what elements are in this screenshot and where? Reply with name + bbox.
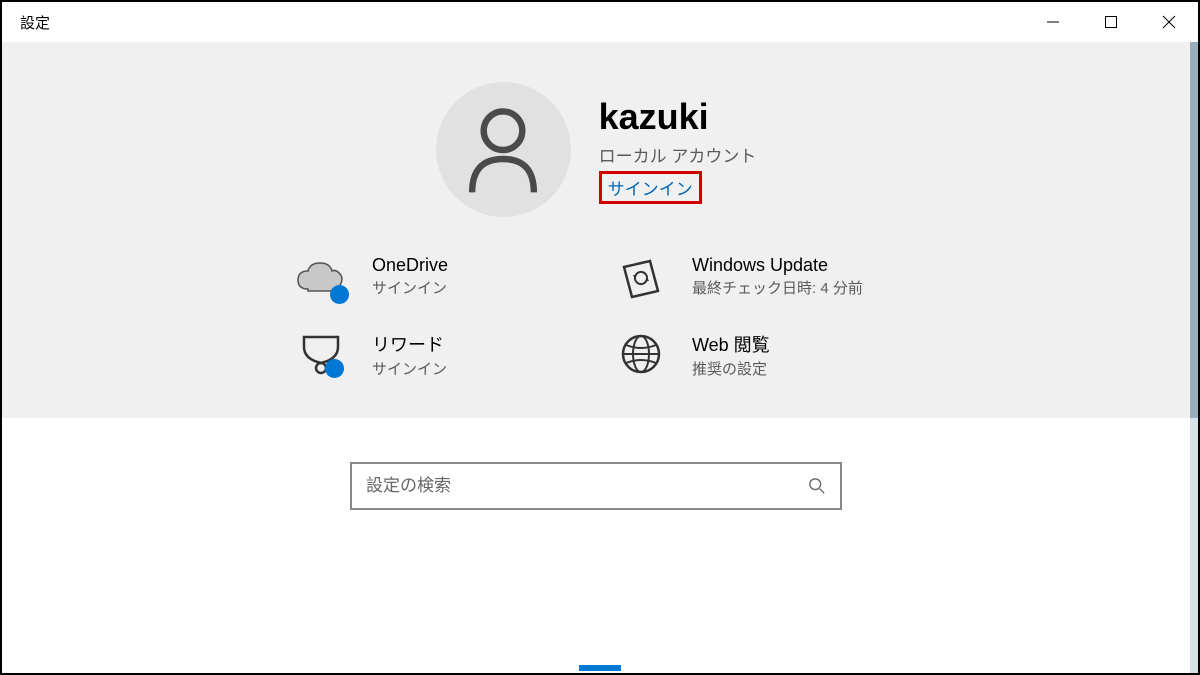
windows-update-icon [616, 255, 666, 301]
accent-bar [579, 665, 621, 671]
globe-icon [616, 331, 666, 377]
profile-info: kazuki ローカル アカウント サインイン [599, 96, 757, 204]
search-section [2, 418, 1198, 673]
service-text: Windows Update 最終チェック日時: 4 分前 [692, 255, 863, 299]
person-icon [462, 105, 544, 195]
service-text: OneDrive サインイン [372, 255, 448, 299]
minimize-button[interactable] [1024, 2, 1082, 42]
username: kazuki [599, 96, 757, 138]
search-input[interactable] [366, 476, 808, 496]
service-subtitle: 推奨の設定 [692, 359, 770, 380]
window-controls [1024, 2, 1198, 42]
status-dot [325, 359, 344, 378]
minimize-icon [1046, 15, 1060, 29]
maximize-button[interactable] [1082, 2, 1140, 42]
service-text: Web 閲覧 推奨の設定 [692, 331, 770, 380]
close-button[interactable] [1140, 2, 1198, 42]
service-title: リワード [372, 331, 447, 357]
account-type: ローカル アカウント [599, 142, 757, 167]
search-icon [808, 477, 826, 495]
profile-row: kazuki ローカル アカウント サインイン [436, 82, 757, 217]
services-grid: OneDrive サインイン Windows Update 最終 [296, 255, 896, 380]
signin-link[interactable]: サインイン [599, 171, 702, 204]
maximize-icon [1104, 15, 1118, 29]
service-rewards[interactable]: リワード サインイン [296, 331, 576, 380]
service-title: OneDrive [372, 255, 448, 276]
onedrive-icon [296, 255, 346, 301]
service-subtitle: サインイン [372, 359, 447, 380]
service-title: Windows Update [692, 255, 863, 276]
close-icon [1162, 15, 1176, 29]
avatar[interactable] [436, 82, 571, 217]
titlebar: 設定 [2, 2, 1198, 42]
service-text: リワード サインイン [372, 331, 447, 380]
search-box[interactable] [350, 462, 842, 510]
status-dot [330, 285, 349, 304]
service-onedrive[interactable]: OneDrive サインイン [296, 255, 576, 301]
settings-window: 設定 kazuki ローカル アカウント サイン [2, 2, 1198, 673]
profile-section: kazuki ローカル アカウント サインイン OneDrive サインイン [2, 42, 1198, 418]
service-web-browsing[interactable]: Web 閲覧 推奨の設定 [616, 331, 896, 380]
rewards-icon [296, 331, 346, 377]
service-subtitle: 最終チェック日時: 4 分前 [692, 278, 863, 299]
service-windows-update[interactable]: Windows Update 最終チェック日時: 4 分前 [616, 255, 896, 301]
service-subtitle: サインイン [372, 278, 448, 299]
window-title: 設定 [20, 12, 50, 33]
service-title: Web 閲覧 [692, 331, 770, 357]
